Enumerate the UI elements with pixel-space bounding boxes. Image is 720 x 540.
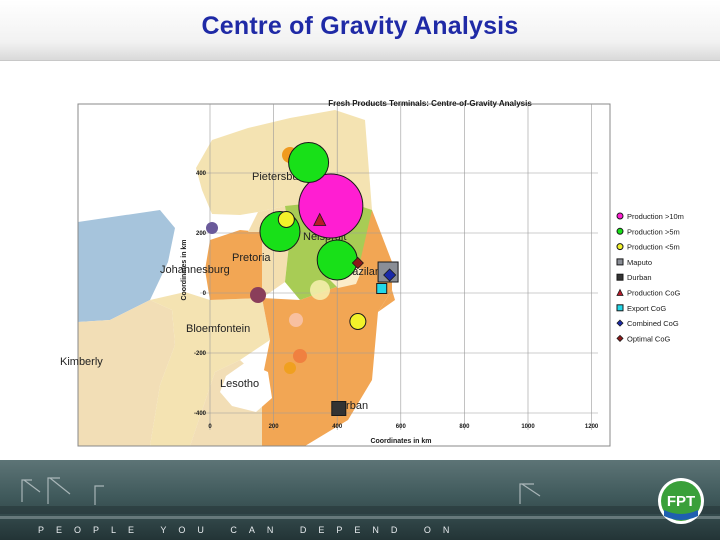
legend-marker [616,334,624,342]
legend-marker [616,258,624,266]
legend-marker [616,319,624,327]
plum-icon [250,287,266,303]
point-export-cog [376,283,388,294]
point-production-10m [298,173,364,239]
legend-label: Production >5m [627,227,680,236]
x-tick-label: 600 [396,424,407,430]
point-production-5m [277,211,295,228]
legend: Production >10m Production >5m Production … [616,212,684,343]
legend-label: Durban [627,273,652,282]
label-pretoria: Pretoria [232,252,271,264]
label-johannesburg: Johannesburg [160,264,230,276]
legend-label: Optimal CoG [627,334,671,343]
legend-label: Maputo [627,258,652,267]
legend-marker [616,227,624,235]
label-lesotho: Lesotho [220,378,259,390]
fpt-logo: FPT [658,478,704,524]
x-tick-label: 1200 [585,424,599,430]
melon-icon [310,280,330,300]
legend-label: Export CoG [627,304,666,313]
x-tick-label: 800 [459,424,470,430]
grapes-icon [206,222,218,234]
legend-label: Production CoG [627,289,681,298]
legend-label: Production >10m [627,212,684,221]
label-bloemfontein: Bloemfontein [186,323,250,335]
point-production-5m [316,239,358,281]
label-kimberly: Kimberly [60,356,103,368]
x-tick-label: 1000 [521,424,535,430]
legend-marker [616,304,624,312]
y-tick-label: 400 [196,171,207,177]
logo-text: FPT [667,493,695,510]
x-tick-label: 400 [332,424,343,430]
peach-icon [289,313,303,327]
y-tick-label: -400 [194,411,207,417]
point-durban [331,401,347,416]
x-tick-label: 200 [269,424,280,430]
point-production-5m [349,313,367,330]
legend-label: Combined CoG [627,319,679,328]
peach-icon [293,349,307,363]
legend-marker [616,288,624,296]
legend-marker [616,273,624,281]
legend-marker [616,243,624,251]
y-tick-label: 200 [196,231,207,237]
chart-title: Fresh Products Terminals: Centre-of-Grav… [328,99,532,108]
y-tick-label: -200 [194,351,207,357]
x-axis-label: Coordinates in km [370,438,431,445]
legend-label: Production <5m [627,243,680,252]
cog-chart: Fresh Products Terminals: Centre-of-Grav… [60,99,684,447]
orange-icon [284,362,296,374]
legend-marker [616,212,624,220]
footer-tagline: PEOPLE YOU CAN DEPEND ON [38,525,462,535]
point-production-5m [288,142,330,183]
footer-banner: PEOPLE YOU CAN DEPEND ON FPT [0,460,720,540]
